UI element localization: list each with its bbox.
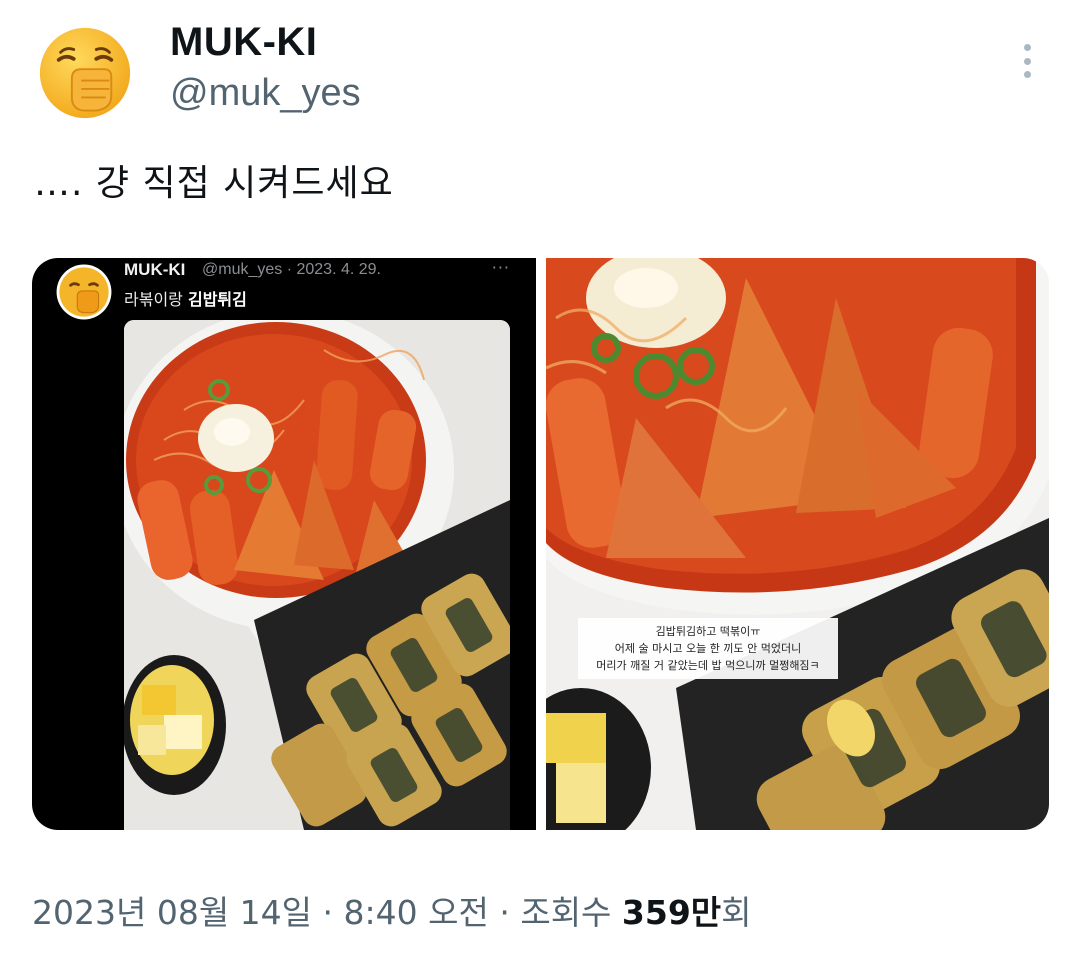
media-grid: MUK-KI @muk_yes · 2023. 4. 29. ··· 라볶이랑 … — [32, 258, 1049, 830]
tteokbokki-closeup-illustration — [546, 258, 1049, 830]
quoted-text-bold: 김밥튀김 — [187, 290, 247, 309]
dot — [1023, 44, 1031, 51]
separator: · — [312, 893, 344, 932]
tweet-text: …. 걍 직접 시켜드세요 — [34, 163, 394, 204]
views-label: 조회수 — [520, 893, 622, 932]
caption-line: 김밥튀김하고 떡볶이ㅠ — [655, 625, 761, 638]
tteokbokki-illustration — [124, 320, 510, 830]
quoted-handle-date: @muk_yes · 2023. 4. 29. — [202, 261, 381, 278]
dot — [1023, 57, 1031, 65]
caption-line: 머리가 깨질 거 같았는데 밥 먹으니까 멀쩡해짐ㅋ — [596, 659, 820, 672]
quoted-display-name: MUK-KI — [124, 260, 186, 279]
media-photo-right[interactable]: 김밥튀김하고 떡볶이ㅠ 어제 술 마시고 오늘 한 끼도 안 먹었더니 머리가 … — [546, 258, 1049, 830]
handle[interactable]: @muk_yes — [170, 72, 361, 115]
media-photo-left[interactable]: MUK-KI @muk_yes · 2023. 4. 29. ··· 라볶이랑 … — [32, 258, 536, 830]
quoted-text: 라볶이랑 김밥튀김 — [124, 286, 247, 310]
separator: · — [488, 893, 521, 932]
more-options-icon[interactable] — [1010, 40, 1044, 82]
dot — [1023, 71, 1031, 78]
display-name[interactable]: MUK-KI — [170, 20, 317, 65]
caption-line: 어제 술 마시고 오늘 한 끼도 안 먹었더니 — [614, 642, 802, 655]
views-count: 359만 — [621, 893, 722, 932]
quoted-text-prefix: 라볶이랑 — [124, 290, 188, 309]
tweet-meta: 2023년 08월 14일 · 8:40 오전 · 조회수 359만회 — [32, 886, 752, 934]
yawning-face-emoji-icon[interactable] — [38, 26, 132, 120]
yawning-face-emoji-icon — [56, 264, 112, 320]
food-photo — [124, 320, 510, 830]
quoted-more-icon: ··· — [491, 258, 510, 277]
tweet-date[interactable]: 2023년 08월 14일 — [32, 893, 312, 932]
photo-caption: 김밥튀김하고 떡볶이ㅠ 어제 술 마시고 오늘 한 끼도 안 먹었더니 머리가 … — [578, 618, 838, 679]
views-suffix: 회 — [721, 893, 752, 932]
tweet-time[interactable]: 8:40 오전 — [344, 893, 489, 932]
